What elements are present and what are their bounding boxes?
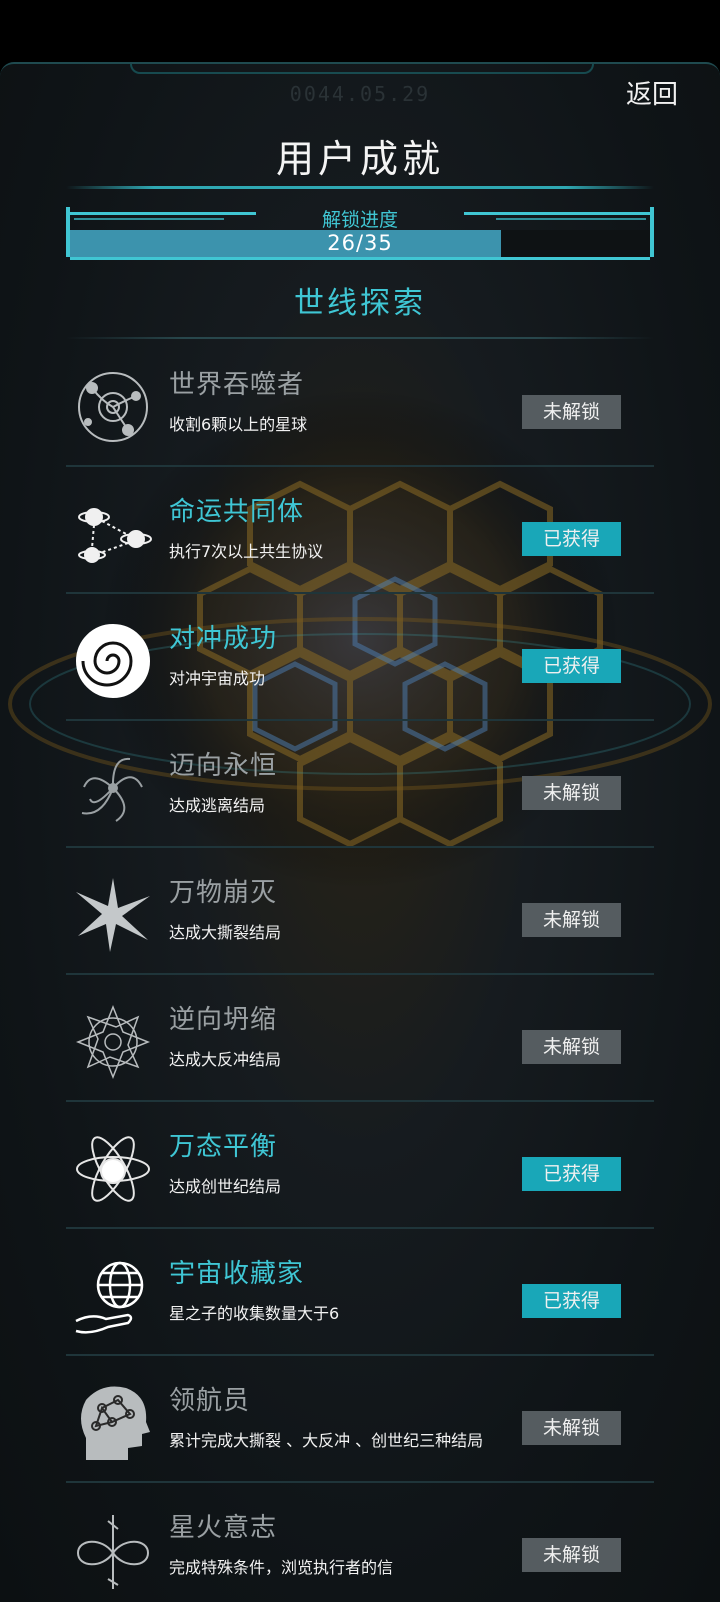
achievement-row[interactable]: 逆向坍缩达成大反冲结局 未解锁	[66, 975, 654, 1102]
achievement-description: 达成大撕裂结局	[169, 923, 282, 942]
progress-track: 26/35	[70, 230, 650, 260]
achievement-description: 达成大反冲结局	[169, 1050, 282, 1069]
infinity-icon	[72, 1509, 154, 1591]
achievement-description: 达成逃离结局	[169, 796, 266, 815]
achievement-row[interactable]: 万态平衡达成创世纪结局 已获得	[66, 1102, 654, 1229]
achievement-description: 收割6颗以上的星球	[169, 415, 308, 434]
achievement-name: 星火意志	[169, 1513, 278, 1543]
status-badge: 未解锁	[522, 1411, 621, 1445]
status-badge: 已获得	[522, 1157, 621, 1191]
status-badge: 未解锁	[522, 1030, 621, 1064]
achievement-name: 命运共同体	[169, 497, 305, 527]
date-stamp: 0044.05.29	[289, 82, 431, 106]
section-title: 世线探索	[294, 286, 426, 321]
achievement-name: 逆向坍缩	[169, 1005, 278, 1035]
status-badge: 未解锁	[522, 1538, 621, 1572]
achievement-row[interactable]: 宇宙收藏家星之子的收集数量大于6 已获得	[66, 1229, 654, 1356]
achievement-description: 完成特殊条件，浏览执行者的信	[169, 1558, 394, 1577]
atom-icon	[72, 1128, 154, 1210]
brain-head-icon	[72, 1382, 154, 1464]
achievement-description: 达成创世纪结局	[169, 1177, 282, 1196]
achievement-description: 星之子的收集数量大于6	[169, 1304, 340, 1323]
achievement-description: 累计完成大撕裂 、大反冲 、创世纪三种结局	[169, 1431, 484, 1450]
achievement-row[interactable]: 迈向永恒达成逃离结局 未解锁	[66, 721, 654, 848]
hand-globe-icon	[72, 1255, 154, 1337]
achievements-panel: 0044.05.29 返回 用户成就 解锁进度 26/35 世线探索 世界吞噬者…	[0, 62, 720, 1602]
achievement-row[interactable]: 世界吞噬者收割6颗以上的星球 未解锁	[66, 340, 654, 467]
unlock-progress: 解锁进度 26/35	[66, 207, 654, 260]
achievement-row[interactable]: 星火意志完成特殊条件，浏览执行者的信 未解锁	[66, 1483, 654, 1602]
planet-orbit-icon	[72, 366, 154, 448]
mandala-icon	[72, 1001, 154, 1083]
achievement-name: 领航员	[169, 1386, 251, 1416]
section-divider	[66, 337, 654, 339]
page-title: 用户成就	[275, 137, 444, 181]
progress-count: 26/35	[327, 231, 393, 255]
achievement-description: 对冲宇宙成功	[169, 669, 266, 688]
achievement-name: 万物崩灭	[169, 878, 278, 908]
back-button[interactable]: 返回	[626, 74, 678, 111]
status-badge: 已获得	[522, 522, 621, 556]
achievement-name: 宇宙收藏家	[169, 1259, 305, 1289]
achievement-name: 对冲成功	[169, 624, 278, 654]
achievement-description: 执行7次以上共生协议	[169, 542, 324, 561]
swirl-icon	[72, 620, 154, 702]
status-badge: 已获得	[522, 1284, 621, 1318]
linked-planets-icon	[72, 493, 154, 575]
progress-label: 解锁进度	[321, 209, 398, 231]
achievement-name: 迈向永恒	[169, 751, 278, 781]
title-divider	[66, 186, 654, 189]
achievement-name: 世界吞噬者	[169, 370, 305, 400]
status-badge: 已获得	[522, 649, 621, 683]
achievement-row[interactable]: 领航员累计完成大撕裂 、大反冲 、创世纪三种结局 未解锁	[66, 1356, 654, 1483]
achievement-name: 万态平衡	[169, 1132, 278, 1162]
status-badge: 未解锁	[522, 903, 621, 937]
achievement-list: 世界吞噬者 收割6颗以上的星球 未解锁 命运共同体 执行7次以上共生协议 已获得 对冲成…	[66, 340, 654, 1602]
status-badge: 未解锁	[522, 776, 621, 810]
status-badge: 未解锁	[522, 395, 621, 429]
vortex-icon	[72, 747, 154, 829]
burst-icon	[72, 874, 154, 956]
achievement-row[interactable]: 命运共同体执行7次以上共生协议 已获得	[66, 467, 654, 594]
achievement-row[interactable]: 对冲成功对冲宇宙成功 已获得	[66, 594, 654, 721]
achievement-row[interactable]: 万物崩灭达成大撕裂结局 未解锁	[66, 848, 654, 975]
panel-notch	[130, 64, 594, 74]
